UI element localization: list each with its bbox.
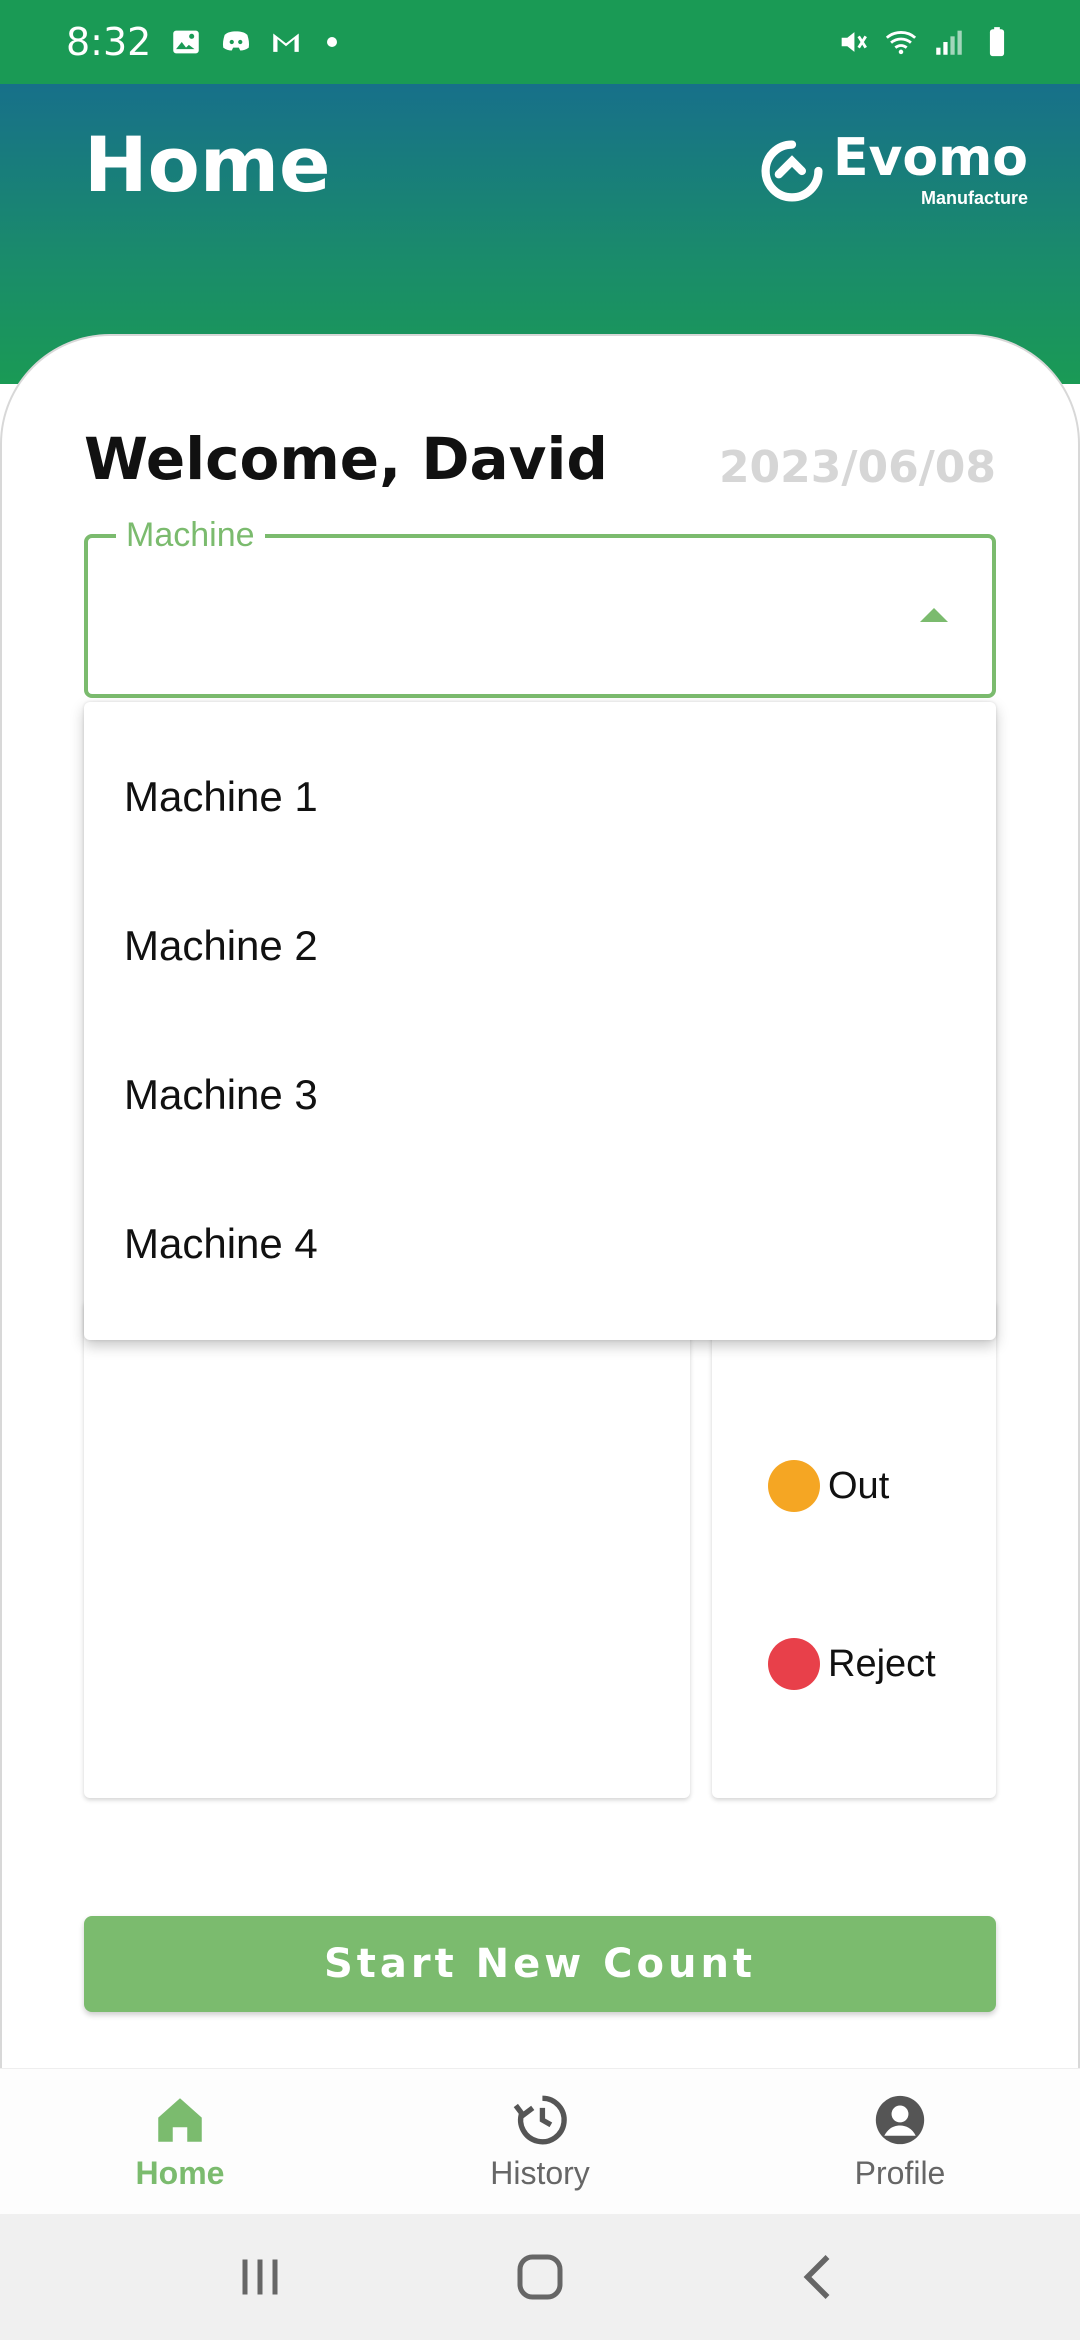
discord-icon	[223, 31, 250, 51]
image-icon	[173, 30, 200, 54]
nav-label-profile: Profile	[854, 2155, 946, 2191]
bottom-nav: Home History Profile	[0, 2068, 1080, 2214]
logo-text: Evomo	[832, 128, 1028, 188]
dropdown-option-machine-2[interactable]: Machine 2	[84, 871, 996, 1020]
dropdown-option-machine-3[interactable]: Machine 3	[84, 1020, 996, 1169]
profile-icon	[875, 2095, 925, 2145]
recent-apps-icon[interactable]	[230, 2247, 290, 2307]
legend-out-label: Out	[828, 1464, 890, 1507]
machine-dropdown-menu: Machine 1 Machine 2 Machine 3 Machine 4	[84, 702, 996, 1340]
start-new-count-button[interactable]: Start New Count	[84, 1916, 996, 2012]
logo-subtext: Manufacture	[920, 188, 1028, 208]
date-text: 2023/06/08	[718, 442, 996, 493]
legend-panel	[712, 1300, 996, 1798]
page-title: Home	[84, 120, 331, 209]
gmail-icon	[273, 33, 300, 52]
nav-item-profile[interactable]: Profile	[720, 2069, 1080, 2214]
welcome-text: Welcome, David	[84, 425, 608, 493]
status-time: 8:32	[66, 20, 152, 64]
wifi-icon	[885, 31, 917, 55]
nav-item-history[interactable]: History	[360, 2069, 720, 2214]
home-icon	[158, 2098, 202, 2142]
nav-label-home: Home	[135, 2155, 225, 2191]
system-nav-bar	[0, 2214, 1080, 2340]
legend-reject: Reject	[768, 1638, 936, 1690]
status-notification-icons	[169, 25, 338, 59]
dropdown-option-machine-4[interactable]: Machine 4	[84, 1169, 996, 1318]
evomo-logo-icon	[761, 139, 823, 202]
out-dot-icon	[768, 1460, 820, 1512]
legend-reject-label: Reject	[828, 1642, 936, 1685]
nav-label-history: History	[490, 2155, 590, 2191]
chart-panel	[84, 1300, 690, 1798]
status-bar: 8:32	[0, 0, 1080, 84]
history-icon	[513, 2095, 567, 2145]
battery-icon	[989, 27, 1005, 57]
status-system-icons	[836, 25, 1014, 59]
dropdown-option-machine-1[interactable]: Machine 1	[84, 722, 996, 871]
dot-icon	[327, 37, 338, 47]
legend-out: Out	[768, 1460, 889, 1512]
machine-select[interactable]	[84, 534, 996, 698]
caret-up-icon[interactable]	[920, 608, 948, 622]
evomo-logo: Evomo Manufacture	[759, 132, 1028, 209]
signal-icon	[936, 30, 962, 55]
back-icon[interactable]	[790, 2247, 850, 2307]
home-button-icon[interactable]	[510, 2247, 570, 2307]
mute-icon	[841, 32, 867, 52]
nav-item-home[interactable]: Home	[0, 2069, 360, 2214]
machine-select-label: Machine	[116, 516, 265, 555]
reject-dot-icon	[768, 1638, 820, 1690]
